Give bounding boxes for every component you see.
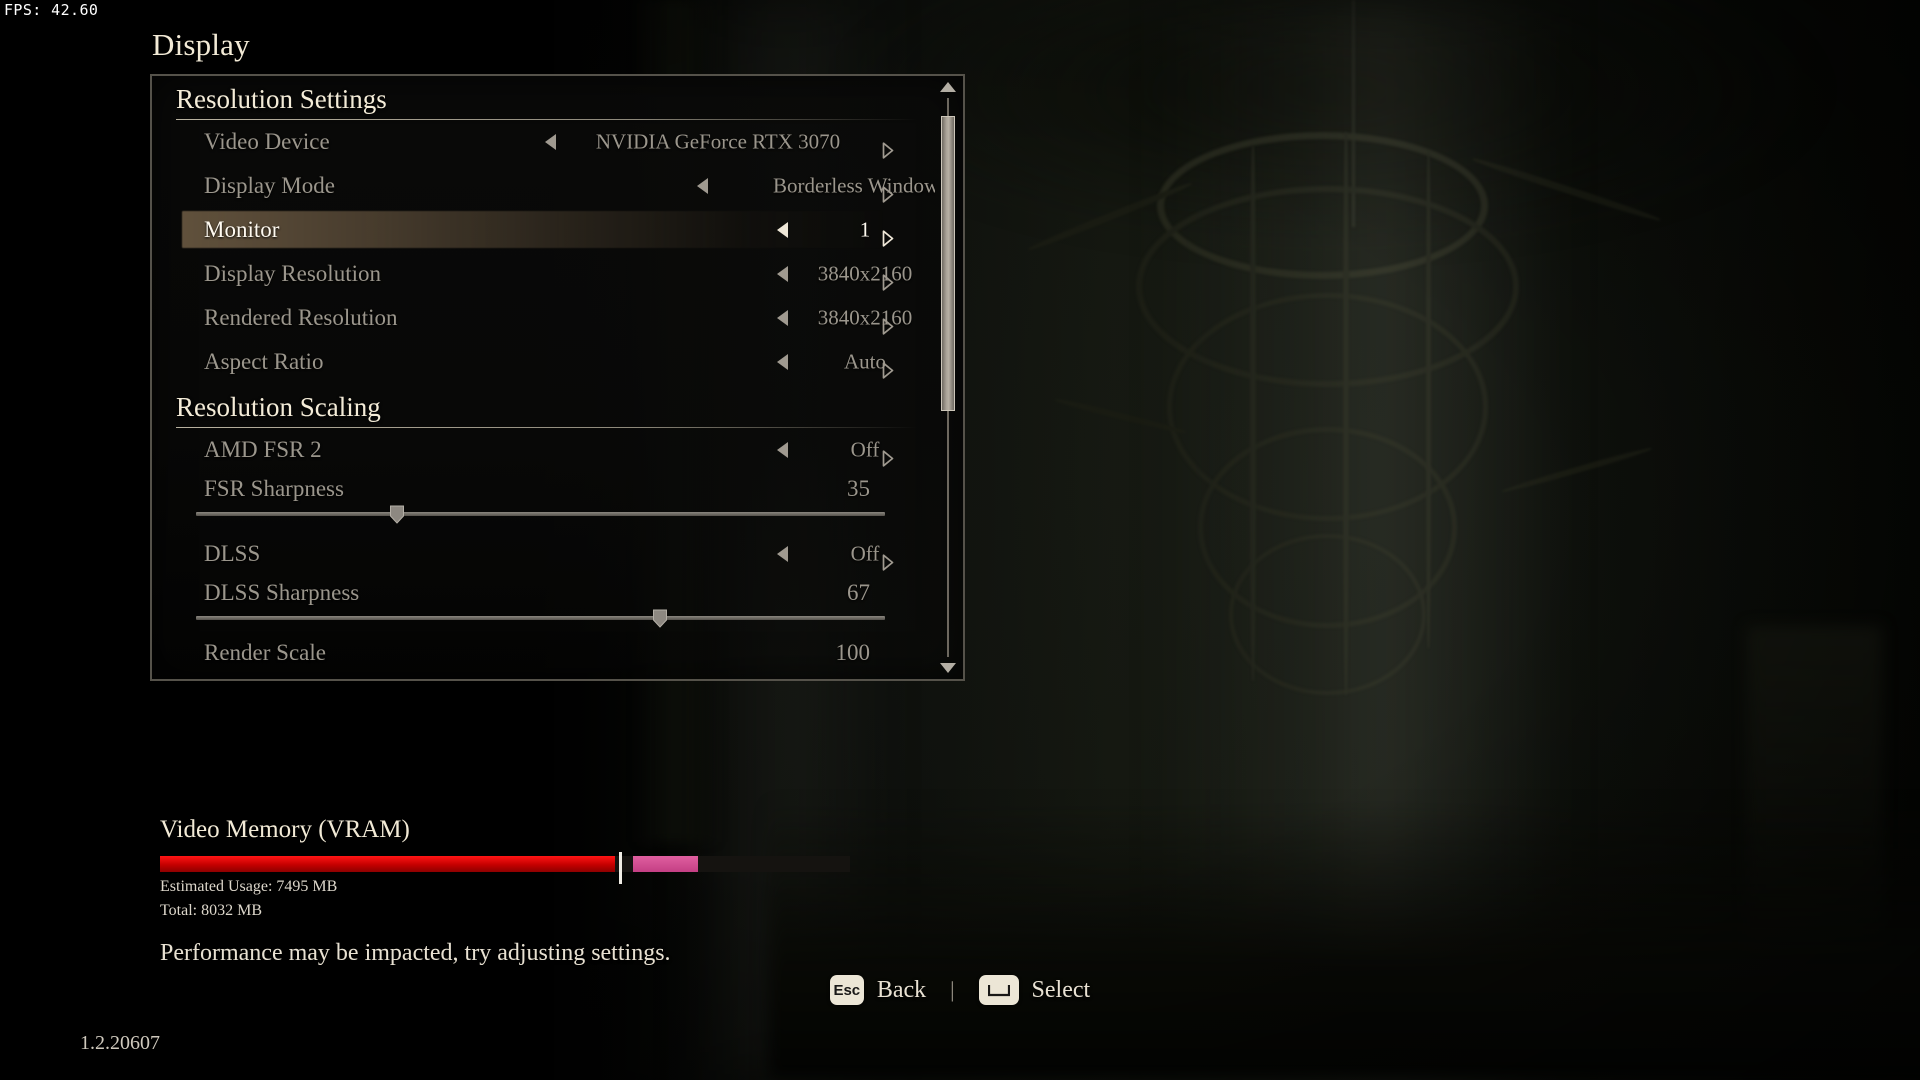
setting-row-aspect-ratio[interactable]: Aspect Ratio Auto <box>152 340 935 384</box>
scrollbar-thumb[interactable] <box>941 115 955 412</box>
scroll-down-arrow-icon[interactable] <box>940 663 956 673</box>
setting-label: Rendered Resolution <box>204 305 398 330</box>
slider-row-dlss-sharpness[interactable]: DLSS Sharpness 67 <box>152 576 935 636</box>
setting-label: Display Resolution <box>204 261 381 286</box>
setting-label: DLSS <box>204 541 261 566</box>
slider-row-render-scale[interactable]: Render Scale 100 <box>152 636 935 679</box>
version-number: 1.2.20607 <box>80 1032 160 1054</box>
scroll-up-arrow-icon[interactable] <box>940 82 956 92</box>
slider-label: FSR Sharpness <box>204 476 344 501</box>
slider-row-fsr-sharpness[interactable]: FSR Sharpness 35 <box>152 472 935 532</box>
setting-row-display-resolution[interactable]: Display Resolution 3840x2160 <box>152 252 935 296</box>
footer-separator: | <box>950 977 955 1002</box>
setting-value: Auto <box>844 349 886 374</box>
setting-row-dlss[interactable]: DLSS Off <box>152 532 935 576</box>
vram-used-fill <box>160 856 616 872</box>
vram-usage-bar <box>160 852 850 884</box>
vram-section: Video Memory (VRAM) OS + Other apps Max … <box>160 816 880 967</box>
section-header: Resolution Settings <box>176 76 917 120</box>
page-title: Display <box>152 27 250 62</box>
setting-value: 3840x2160 <box>817 305 913 330</box>
setting-row-display-mode[interactable]: Display Mode Borderless Windowed <box>152 164 935 208</box>
setting-label: Monitor <box>204 217 280 242</box>
slider-label: Render Scale <box>204 640 326 665</box>
setting-value: Borderless Windowed <box>773 173 935 198</box>
vram-title: Video Memory (VRAM) <box>160 816 410 843</box>
setting-value: 3840x2160 <box>817 261 913 286</box>
setting-value: Off <box>850 541 880 566</box>
section-header: Resolution Scaling <box>176 384 917 428</box>
slider-handle[interactable] <box>389 505 404 524</box>
setting-label: Display Mode <box>204 173 335 198</box>
slider-value: 100 <box>835 640 871 665</box>
slider-handle[interactable] <box>653 609 668 628</box>
back-label: Back <box>876 976 927 1003</box>
back-button[interactable]: Esc Back <box>829 975 927 1005</box>
decrement-arrow-icon[interactable] <box>777 442 788 458</box>
fps-counter: FPS: 42.60 <box>4 1 99 19</box>
decrement-arrow-icon[interactable] <box>777 354 788 370</box>
setting-row-amd-fsr-2[interactable]: AMD FSR 2 Off <box>152 428 935 472</box>
slider-label: DLSS Sharpness <box>204 580 360 605</box>
setting-value: 1 <box>859 217 871 242</box>
decrement-arrow-icon[interactable] <box>777 222 788 238</box>
select-button[interactable]: Select <box>978 975 1091 1005</box>
space-bar-icon <box>978 975 1019 1005</box>
slider-value: 67 <box>847 580 870 605</box>
vram-estimated-usage: Estimated Usage: 7495 MB <box>160 878 338 895</box>
vram-warning-message: Performance may be impacted, try adjusti… <box>160 940 671 966</box>
setting-row-video-device[interactable]: Video Device NVIDIA GeForce RTX 3070 <box>152 120 935 164</box>
select-label: Select <box>1031 976 1091 1003</box>
setting-value: NVIDIA GeForce RTX 3070 <box>595 129 841 154</box>
vram-os-fill <box>632 856 699 872</box>
setting-value: Off <box>850 437 880 462</box>
vram-max-recommended-tick <box>618 852 622 884</box>
slider-track[interactable] <box>196 512 885 516</box>
decrement-arrow-icon[interactable] <box>777 546 788 562</box>
decrement-arrow-icon[interactable] <box>777 310 788 326</box>
settings-panel: Resolution Settings Video Device NVIDIA Ge… <box>150 74 965 681</box>
vram-total: Total: 8032 MB <box>160 902 262 919</box>
settings-rows-container: Resolution Settings Video Device NVIDIA Ge… <box>152 76 935 679</box>
decrement-arrow-icon[interactable] <box>545 134 556 150</box>
settings-scrollbar[interactable] <box>939 82 957 673</box>
setting-row-monitor[interactable]: Monitor 1 <box>152 208 935 252</box>
decrement-arrow-icon[interactable] <box>697 178 708 194</box>
slider-track[interactable] <box>196 616 885 620</box>
footer-hints: Esc Back | Select <box>0 975 1920 1005</box>
setting-label: Video Device <box>204 129 330 154</box>
esc-key-icon: Esc <box>829 975 864 1005</box>
settings-scroll-viewport: Resolution Settings Video Device NVIDIA Ge… <box>152 76 935 679</box>
slider-value: 35 <box>847 476 870 501</box>
setting-row-rendered-resolution[interactable]: Rendered Resolution 3840x2160 <box>152 296 935 340</box>
decrement-arrow-icon[interactable] <box>777 266 788 282</box>
setting-label: Aspect Ratio <box>204 349 324 374</box>
setting-label: AMD FSR 2 <box>204 437 322 462</box>
